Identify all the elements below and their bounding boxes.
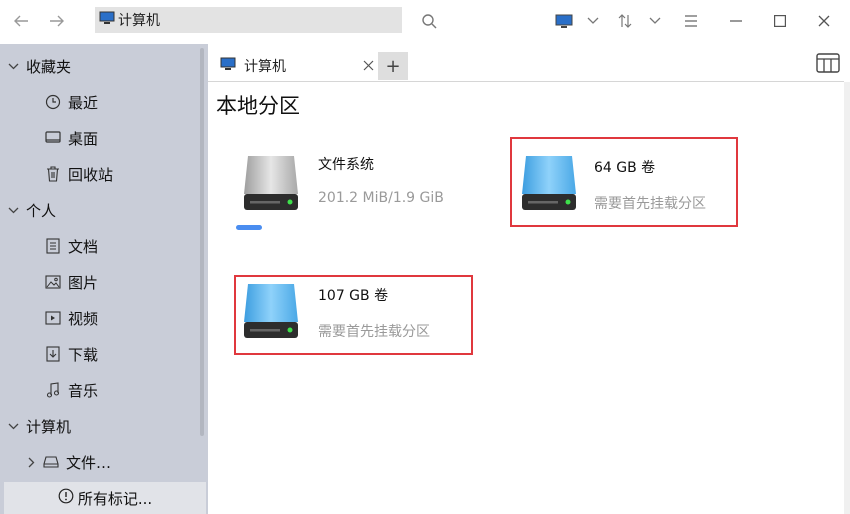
sidebar-item-desktop[interactable]: 桌面 bbox=[44, 123, 98, 153]
sidebar-item-pictures[interactable]: 图片 bbox=[44, 267, 98, 297]
top-toolbar: 计算机 bbox=[0, 0, 850, 44]
sidebar-item-documents[interactable]: 文档 bbox=[44, 231, 98, 261]
main-content: 本地分区 文件系统 201.2 MiB/1.9 GiB 64 GB 卷 需要首先… bbox=[208, 82, 844, 514]
view-mode-icon[interactable] bbox=[551, 8, 577, 34]
sidebar-group-label: 个人 bbox=[26, 201, 57, 220]
menu-icon[interactable] bbox=[678, 8, 704, 34]
chevron-right-icon bbox=[26, 453, 36, 471]
tab-computer[interactable]: 计算机 bbox=[212, 50, 382, 82]
drive-name: 64 GB 卷 bbox=[594, 160, 656, 176]
drive-status-text: 需要首先挂载分区 bbox=[594, 196, 706, 212]
sidebar-item-label: 音乐 bbox=[68, 381, 99, 400]
sidebar-item-label: 最近 bbox=[68, 93, 99, 112]
all-tags-button[interactable]: 所有标记... bbox=[4, 482, 206, 514]
computer-icon bbox=[99, 11, 115, 29]
sort-icon[interactable] bbox=[612, 8, 638, 34]
desktop-icon bbox=[44, 129, 62, 147]
sidebar: 收藏夹 最近 桌面 回收站 个人 文档 图片 视频 下载 音乐 计算机 文件… … bbox=[0, 44, 208, 514]
drive-usage-text: 201.2 MiB/1.9 GiB bbox=[318, 190, 444, 206]
sidebar-group-personal[interactable]: 个人 bbox=[0, 195, 56, 225]
drive-icon bbox=[42, 453, 60, 471]
clock-icon bbox=[44, 93, 62, 111]
chevron-down-icon bbox=[0, 419, 26, 433]
add-tab-button[interactable]: + bbox=[378, 52, 408, 80]
sidebar-item-filesystem[interactable]: 文件… bbox=[26, 447, 111, 477]
trash-icon bbox=[44, 165, 62, 183]
drive-name: 107 GB 卷 bbox=[318, 288, 389, 304]
sidebar-item-recent[interactable]: 最近 bbox=[44, 87, 98, 117]
sidebar-group-favorites[interactable]: 收藏夹 bbox=[0, 51, 71, 81]
drive-status-text: 需要首先挂载分区 bbox=[318, 324, 430, 340]
sidebar-item-downloads[interactable]: 下载 bbox=[44, 339, 98, 369]
sidebar-item-label: 文档 bbox=[68, 237, 99, 256]
hard-drive-icon bbox=[240, 152, 302, 216]
hard-drive-icon bbox=[518, 152, 580, 216]
sidebar-group-label: 计算机 bbox=[26, 417, 72, 436]
section-title: 本地分区 bbox=[216, 94, 300, 118]
drive-107gb[interactable]: 107 GB 卷 需要首先挂载分区 bbox=[234, 275, 473, 355]
drive-filesystem[interactable]: 文件系统 201.2 MiB/1.9 GiB bbox=[236, 144, 468, 230]
address-text: 计算机 bbox=[118, 13, 160, 29]
sidebar-item-label: 桌面 bbox=[68, 129, 99, 148]
minimize-icon[interactable] bbox=[723, 8, 749, 34]
image-icon bbox=[44, 273, 62, 291]
sidebar-item-trash[interactable]: 回收站 bbox=[44, 159, 113, 189]
sidebar-item-label: 回收站 bbox=[68, 165, 114, 184]
drive-name: 文件系统 bbox=[318, 157, 374, 173]
sidebar-scrollbar[interactable] bbox=[200, 48, 204, 436]
tab-strip: 计算机 + bbox=[208, 44, 850, 82]
video-icon bbox=[44, 309, 62, 327]
add-tab-label: + bbox=[385, 55, 401, 77]
sidebar-group-label: 收藏夹 bbox=[26, 57, 72, 76]
drive-usage-bar bbox=[236, 225, 262, 230]
sidebar-item-label: 视频 bbox=[68, 309, 99, 328]
panel-layout-icon[interactable] bbox=[816, 52, 840, 74]
hard-drive-icon bbox=[240, 280, 302, 344]
computer-icon bbox=[220, 57, 236, 75]
chevron-down-icon bbox=[0, 203, 26, 217]
sidebar-item-label: 下载 bbox=[68, 345, 99, 364]
address-bar[interactable]: 计算机 bbox=[95, 7, 402, 33]
all-tags-label: 所有标记... bbox=[77, 489, 153, 508]
chevron-down-icon[interactable] bbox=[580, 8, 606, 34]
forward-arrow-icon[interactable] bbox=[44, 8, 70, 34]
chevron-down-icon bbox=[0, 59, 26, 73]
drive-64gb[interactable]: 64 GB 卷 需要首先挂载分区 bbox=[510, 137, 738, 227]
download-icon bbox=[44, 345, 62, 363]
sidebar-group-computer[interactable]: 计算机 bbox=[0, 411, 71, 441]
content-scrollbar[interactable] bbox=[844, 82, 850, 514]
maximize-icon[interactable] bbox=[767, 8, 793, 34]
document-icon bbox=[44, 237, 62, 255]
close-icon[interactable] bbox=[811, 8, 837, 34]
close-icon[interactable] bbox=[363, 56, 374, 75]
tab-label: 计算机 bbox=[244, 58, 286, 75]
search-icon[interactable] bbox=[416, 8, 442, 34]
back-arrow-icon[interactable] bbox=[8, 8, 34, 34]
sidebar-item-label: 文件… bbox=[66, 453, 112, 472]
sidebar-item-music[interactable]: 音乐 bbox=[44, 375, 98, 405]
chevron-down-icon[interactable] bbox=[642, 8, 668, 34]
sidebar-item-label: 图片 bbox=[68, 273, 99, 292]
sidebar-item-videos[interactable]: 视频 bbox=[44, 303, 98, 333]
music-note-icon bbox=[44, 381, 62, 399]
info-icon bbox=[58, 488, 74, 508]
